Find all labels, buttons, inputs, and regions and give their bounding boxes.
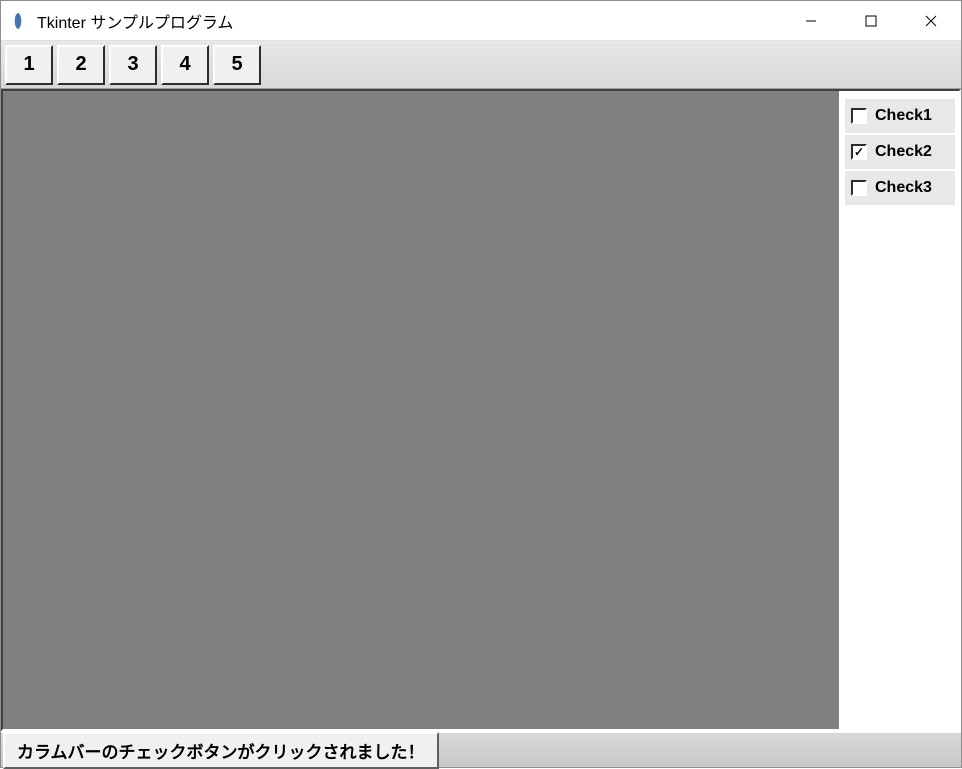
checkbox-icon [851, 180, 867, 196]
toolbar-button-5[interactable]: 5 [213, 45, 261, 85]
checkbox-icon: ✓ [851, 144, 867, 160]
check-label: Check3 [875, 179, 932, 197]
toolbar-button-4[interactable]: 4 [161, 45, 209, 85]
statusbar: カラムバーのチェックボタンがクリックされました！ [1, 731, 961, 767]
check-label: Check2 [875, 143, 932, 161]
toolbar-button-2[interactable]: 2 [57, 45, 105, 85]
toolbar: 1 2 3 4 5 [1, 41, 961, 89]
window-title: Tkinter サンプルプログラム [37, 9, 781, 33]
check-item-1[interactable]: Check1 [845, 99, 955, 133]
titlebar: Tkinter サンプルプログラム [1, 1, 961, 41]
status-message: カラムバーのチェックボタンがクリックされました！ [3, 732, 439, 769]
maximize-button[interactable] [841, 1, 901, 40]
toolbar-button-3[interactable]: 3 [109, 45, 157, 85]
main-area: Check1 ✓ Check2 Check3 [1, 89, 961, 731]
side-panel: Check1 ✓ Check2 Check3 [839, 91, 959, 729]
check-label: Check1 [875, 107, 932, 125]
window-controls [781, 1, 961, 40]
minimize-button[interactable] [781, 1, 841, 40]
app-window: Tkinter サンプルプログラム 1 2 3 4 5 Check1 [0, 0, 962, 768]
check-item-3[interactable]: Check3 [845, 171, 955, 205]
toolbar-button-1[interactable]: 1 [5, 45, 53, 85]
checkbox-icon [851, 108, 867, 124]
canvas [3, 91, 839, 729]
check-item-2[interactable]: ✓ Check2 [845, 135, 955, 169]
app-icon [9, 10, 27, 32]
close-button[interactable] [901, 1, 961, 40]
